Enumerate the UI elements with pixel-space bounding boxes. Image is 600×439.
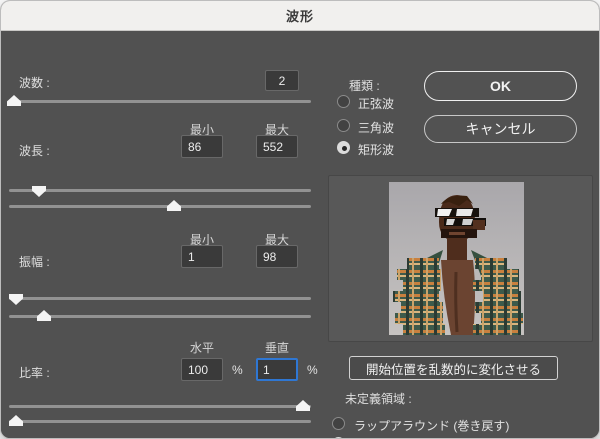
preview-panel [328, 175, 593, 342]
slider-track[interactable] [9, 420, 311, 423]
wavelength-min-slider[interactable] [9, 184, 311, 196]
undefined-areas-label: 未定義領域 : [345, 390, 412, 407]
slider-track[interactable] [9, 315, 311, 318]
radio-triangle-label[interactable]: 三角波 [358, 119, 394, 136]
slider-track[interactable] [9, 297, 311, 300]
wavelength-max-input[interactable] [256, 135, 298, 158]
wave-filter-dialog: 波形 波数 : 最小 最大 波長 : 最小 最大 振幅 : [0, 0, 600, 439]
generators-label: 波数 : [19, 74, 50, 91]
wave-type-label: 種類 : [349, 77, 380, 94]
generators-slider[interactable] [9, 95, 311, 107]
ok-button[interactable]: OK [424, 71, 577, 101]
generators-slider-thumb[interactable] [7, 95, 21, 106]
preview-image [389, 182, 524, 335]
randomize-start-button[interactable]: 開始位置を乱数的に変化させる [349, 356, 558, 380]
slider-track[interactable] [9, 189, 311, 192]
scale-vertical-slider-thumb[interactable] [9, 415, 23, 426]
scale-vertical-slider[interactable] [9, 415, 311, 427]
scale-horizontal-slider-thumb[interactable] [296, 400, 310, 411]
amplitude-min-input[interactable] [181, 245, 223, 268]
scale-horizontal-input[interactable] [181, 358, 223, 381]
amplitude-label: 振幅 : [19, 253, 50, 270]
wavelength-min-input[interactable] [181, 135, 223, 158]
slider-track[interactable] [9, 100, 311, 103]
cancel-button[interactable]: キャンセル [424, 115, 577, 143]
radio-square-label[interactable]: 矩形波 [358, 141, 394, 158]
scale-vertical-header: 垂直 [256, 339, 298, 356]
slider-track[interactable] [9, 405, 311, 408]
dialog-content: 波数 : 最小 最大 波長 : 最小 最大 振幅 : [1, 32, 599, 438]
dialog-title: 波形 [286, 6, 314, 25]
wavelength-max-slider-thumb[interactable] [167, 200, 181, 211]
wavelength-min-slider-thumb[interactable] [32, 186, 46, 197]
amplitude-max-slider-thumb[interactable] [37, 310, 51, 321]
amplitude-min-slider[interactable] [9, 292, 311, 304]
radio-triangle[interactable] [337, 119, 350, 132]
wavelength-max-slider[interactable] [9, 200, 311, 212]
amplitude-max-slider[interactable] [9, 310, 311, 322]
scale-horizontal-percent: % [232, 363, 243, 377]
slider-track[interactable] [9, 205, 311, 208]
scale-horizontal-header: 水平 [181, 339, 223, 356]
radio-wrap-around-label[interactable]: ラップアラウンド (巻き戻す) [354, 417, 509, 434]
wavelength-label: 波長 : [19, 142, 50, 159]
radio-sine-label[interactable]: 正弦波 [358, 95, 394, 112]
scale-vertical-input[interactable] [256, 358, 298, 381]
radio-wrap-around[interactable] [332, 417, 345, 430]
amplitude-max-input[interactable] [256, 245, 298, 268]
scale-vertical-percent: % [307, 363, 318, 377]
scale-horizontal-slider[interactable] [9, 400, 311, 412]
amplitude-min-slider-thumb[interactable] [9, 294, 23, 305]
radio-square[interactable] [337, 141, 350, 154]
scale-label: 比率 : [19, 364, 50, 381]
dialog-titlebar[interactable]: 波形 [1, 1, 599, 31]
radio-sine[interactable] [337, 95, 350, 108]
generators-input[interactable] [265, 70, 299, 91]
